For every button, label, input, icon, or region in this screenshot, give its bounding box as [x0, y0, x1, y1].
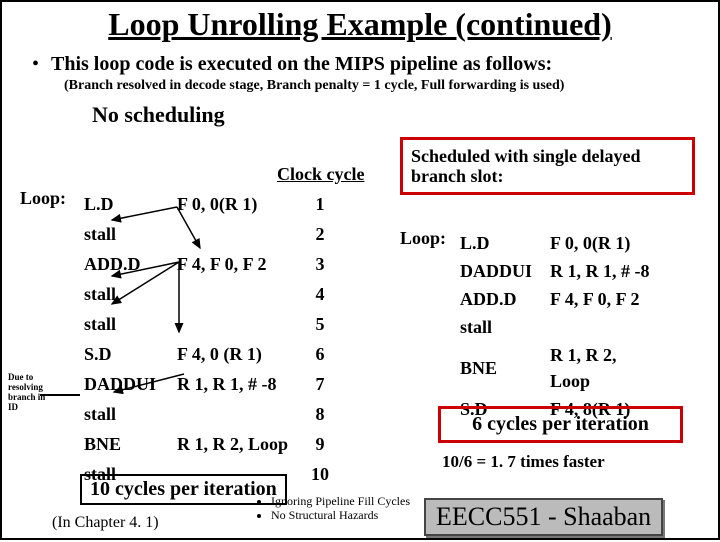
scheduled-table: L.DF 0, 0(R 1) DADDUIR 1, R 1, # -8 ADD.… [458, 228, 668, 424]
speedup-text: 10/6 = 1. 7 times faster [442, 452, 605, 472]
no-scheduling-heading: No scheduling [92, 102, 718, 128]
table-row: stall4 [84, 280, 341, 308]
loop2-label: Loop: [400, 228, 446, 249]
loop1-label: Loop: [20, 188, 66, 209]
table-row: stall2 [84, 220, 341, 248]
bullet-dot: • [32, 53, 46, 76]
scheduled-heading-box: Scheduled with single delayed branch slo… [400, 137, 695, 195]
table-row: ADD.DF 4, F 0, F 2 [460, 286, 666, 312]
assumption-note: (Branch resolved in decode stage, Branch… [64, 78, 688, 94]
intro-bullet: • This loop code is executed on the MIPS… [32, 53, 688, 76]
sidenote-connector [40, 394, 80, 396]
course-tag: EECC551 - Shaaban [424, 498, 663, 536]
intro-text: This loop code is executed on the MIPS p… [51, 53, 552, 75]
table-row: DADDUIR 1, R 1, # -87 [84, 370, 341, 398]
clock-cycle-heading: Clock cycle [277, 164, 364, 185]
table-row: BNER 1, R 2, Loop9 [84, 430, 341, 458]
chapter-ref: (In Chapter 4. 1) [52, 514, 159, 532]
table-row: BNER 1, R 2, Loop [460, 342, 666, 394]
footnote-item: Ignoring Pipeline Fill Cycles [271, 494, 410, 508]
table-row: stall [460, 314, 666, 340]
table-row: L.DF 0, 0(R 1) [460, 230, 666, 256]
branch-resolve-note: Due to resolving branch in ID [8, 372, 48, 412]
footnote-item: No Structural Hazards [271, 508, 410, 522]
table-row: L.DF 0, 0(R 1)1 [84, 190, 341, 218]
table-row: stall8 [84, 400, 341, 428]
slide-title: Loop Unrolling Example (continued) [2, 6, 718, 43]
slide-frame: Loop Unrolling Example (continued) • Thi… [0, 0, 720, 540]
table-row: stall5 [84, 310, 341, 338]
table-row: ADD.DF 4, F 0, F 23 [84, 250, 341, 278]
no-sched-table: L.DF 0, 0(R 1)1 stall2 ADD.DF 4, F 0, F … [82, 188, 343, 490]
footnotes: Ignoring Pipeline Fill Cycles No Structu… [257, 494, 410, 522]
table-row: DADDUIR 1, R 1, # -8 [460, 258, 666, 284]
six-cycles-box: 6 cycles per iteration [438, 406, 683, 443]
table-row: S.DF 4, 0 (R 1)6 [84, 340, 341, 368]
